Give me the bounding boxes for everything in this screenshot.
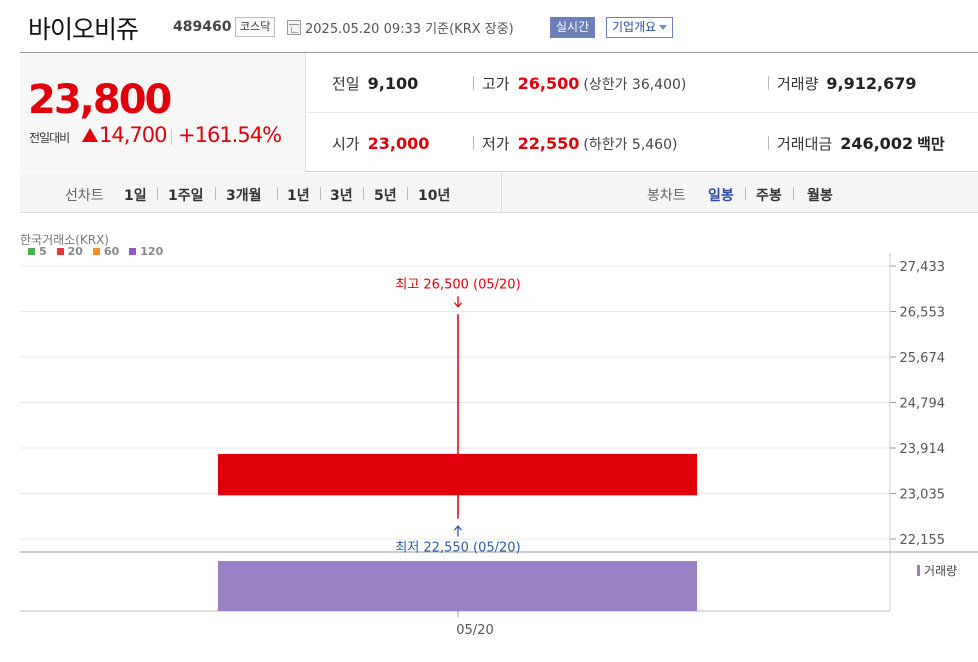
stock-name: 바이오비쥬 xyxy=(28,15,139,44)
calendar-icon xyxy=(287,20,301,35)
low-annotation: 최저 22,550 (05/20) xyxy=(395,541,520,556)
prev-close-label: 전일 xyxy=(332,75,360,93)
price-change-rate: +161.54% xyxy=(178,123,282,147)
high-price: 고가 26,500 (상한가 36,400) xyxy=(472,73,687,94)
candlestick-chart-svg: 22,155 23,035 23,914 24,794 25,674 26,553 27,4… xyxy=(20,253,978,638)
period-tab-10y[interactable]: 10년 xyxy=(418,185,450,205)
price-change-value: 14,700 xyxy=(99,123,167,147)
y-tick-label: 26,553 xyxy=(900,306,946,321)
low-price-label: 저가 xyxy=(482,135,510,153)
period-tab-5y[interactable]: 5년 xyxy=(374,185,397,205)
y-tick-label: 23,035 xyxy=(900,487,946,502)
low-price: 저가 22,550 (하한가 5,460) xyxy=(472,133,678,154)
arrow-down-icon xyxy=(454,296,462,308)
open-price-label: 시가 xyxy=(332,135,360,153)
high-annotation: 최고 26,500 (05/20) xyxy=(395,277,520,292)
open-price-value: 23,000 xyxy=(367,134,430,153)
candle-chart-label: 봉차트 xyxy=(647,188,686,204)
divider xyxy=(277,187,278,200)
trade-amount-label: 거래대금 xyxy=(777,135,833,153)
stats-row: 전일 9,100 고가 26,500 (상한가 36,400) 거래량 9,912,67… xyxy=(307,53,978,113)
divider xyxy=(320,187,321,200)
price-change: 14,700 xyxy=(82,123,167,147)
candle-body xyxy=(218,453,697,496)
candle-tab-daily[interactable]: 일봉 xyxy=(708,185,734,205)
divider xyxy=(215,187,216,200)
market-badge: 코스닥 xyxy=(235,17,276,37)
quote-summary: 23,800 전일대비 14,700 +161.54% 전일 9,100 고가 26… xyxy=(20,52,978,172)
prev-close-value: 9,100 xyxy=(367,74,419,93)
chevron-down-icon xyxy=(659,25,668,30)
stock-code: 489460 xyxy=(173,19,232,35)
price-panel: 23,800 전일대비 14,700 +161.54% xyxy=(20,53,306,172)
divider xyxy=(407,187,408,200)
price-chart: 한국거래소(KRX) 5 20 60 120 22,155 23,035 23,91… xyxy=(0,213,978,662)
candle-tab-weekly[interactable]: 주봉 xyxy=(756,185,782,205)
volume: 거래량 9,912,679 xyxy=(768,73,917,94)
high-price-label: 고가 xyxy=(482,75,510,93)
line-chart-label: 선차트 xyxy=(65,188,104,204)
volume-label: 거래량 xyxy=(777,75,819,93)
volume-legend-swatch xyxy=(917,565,920,576)
trade-amount-value: 246,002 xyxy=(840,134,914,153)
company-overview-label: 기업개요 xyxy=(612,20,657,34)
chart-period-bar: 선차트 1일 1주일 3개월 1년 3년 5년 10년 봉차트 일봉 주봉 월봉 xyxy=(20,173,978,213)
divider xyxy=(157,187,158,200)
quote-stats: 전일 9,100 고가 26,500 (상한가 36,400) 거래량 9,912,67… xyxy=(307,53,978,172)
trade-amount: 거래대금 246,002 백만 xyxy=(768,133,945,154)
quote-time: 2025.05.20 09:33 xyxy=(305,22,422,37)
candle-tab-monthly[interactable]: 월봉 xyxy=(807,185,833,205)
quote-basis: 기준(KRX 장중) xyxy=(425,22,514,37)
y-tick-label: 22,155 xyxy=(900,533,946,548)
period-tab-1d[interactable]: 1일 xyxy=(124,185,147,205)
quote-datetime: 2025.05.20 09:33 기준(KRX 장중) xyxy=(305,18,514,37)
low-price-value: 22,550 xyxy=(517,134,580,153)
open-price: 시가 23,000 xyxy=(332,133,429,154)
x-tick-label: 05/20 xyxy=(456,623,493,638)
up-triangle-icon xyxy=(82,128,98,142)
divider xyxy=(171,129,172,145)
y-tick-label: 25,674 xyxy=(900,351,946,366)
y-tick-label: 24,794 xyxy=(900,397,946,412)
period-tab-3y[interactable]: 3년 xyxy=(330,185,353,205)
volume-bar xyxy=(218,561,697,611)
stats-row: 시가 23,000 저가 22,550 (하한가 5,460) 거래대금 246,002… xyxy=(307,113,978,173)
arrow-up-icon xyxy=(454,525,462,537)
trade-amount-unit: 백만 xyxy=(917,135,945,153)
y-tick-label: 27,433 xyxy=(900,260,946,275)
high-price-value: 26,500 xyxy=(517,74,580,93)
divider xyxy=(745,187,746,200)
period-tab-1w[interactable]: 1주일 xyxy=(168,185,204,205)
prev-close: 전일 9,100 xyxy=(332,73,418,94)
change-label: 전일대비 xyxy=(29,131,70,145)
y-tick-label: 23,914 xyxy=(900,442,946,457)
current-price: 23,800 xyxy=(28,77,172,123)
divider xyxy=(363,187,364,200)
divider xyxy=(501,173,502,213)
divider xyxy=(793,187,794,200)
period-tab-3m[interactable]: 3개월 xyxy=(226,185,262,205)
period-tab-1y[interactable]: 1년 xyxy=(287,185,310,205)
volume-legend-label: 거래량 xyxy=(924,564,957,578)
stock-header: 바이오비쥬 489460 코스닥 2025.05.20 09:33 기준(KRX… xyxy=(0,0,978,50)
volume-value: 9,912,679 xyxy=(826,74,917,93)
realtime-badge[interactable]: 실시간 xyxy=(550,17,596,38)
lower-limit: (하한가 5,460) xyxy=(583,137,678,153)
company-overview-dropdown[interactable]: 기업개요 xyxy=(606,17,674,38)
upper-limit: (상한가 36,400) xyxy=(583,77,687,93)
